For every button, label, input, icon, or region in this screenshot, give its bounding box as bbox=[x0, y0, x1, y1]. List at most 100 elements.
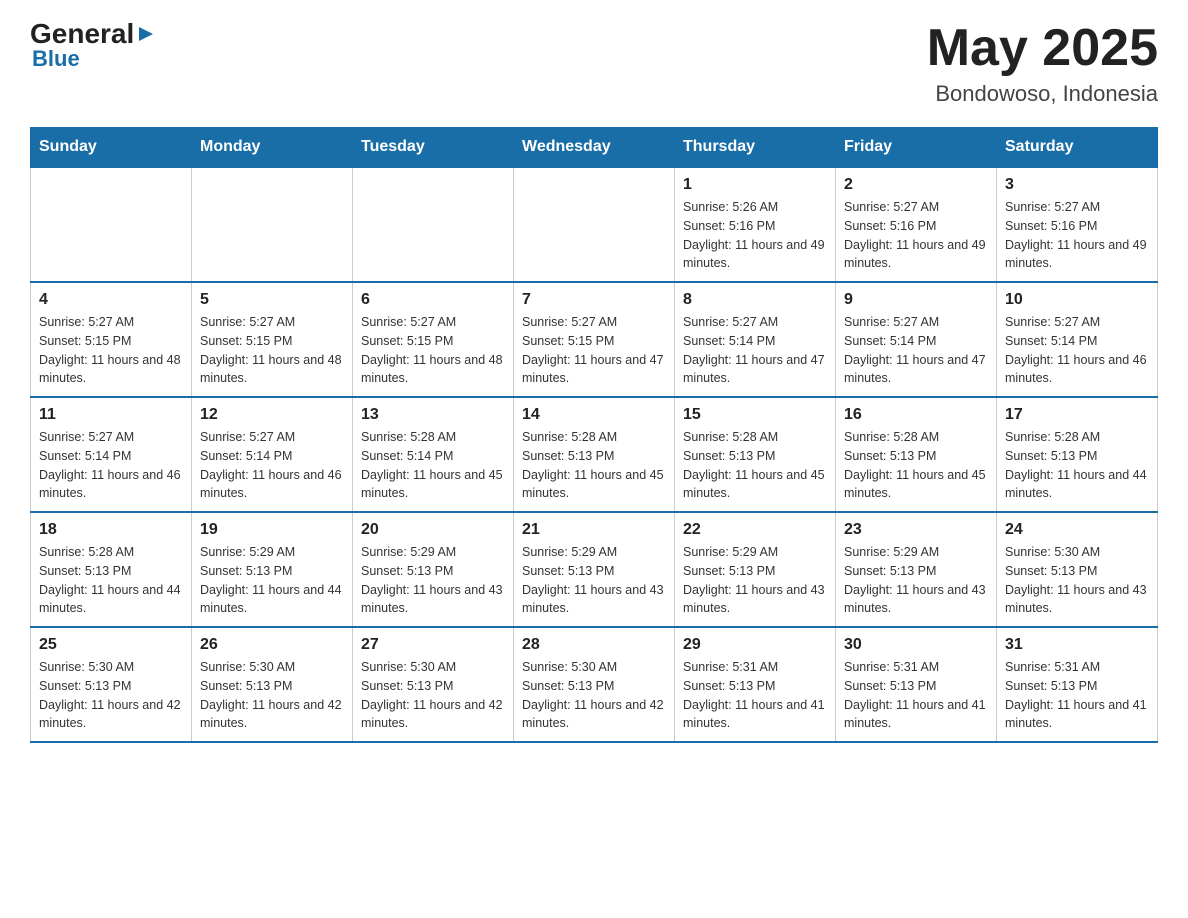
sun-info: Sunrise: 5:30 AMSunset: 5:13 PMDaylight:… bbox=[522, 658, 666, 733]
day-number: 16 bbox=[844, 406, 988, 424]
day-number: 28 bbox=[522, 636, 666, 654]
day-number: 20 bbox=[361, 521, 505, 539]
calendar-cell: 2 Sunrise: 5:27 AMSunset: 5:16 PMDaylight… bbox=[836, 167, 997, 282]
calendar-cell: 25 Sunrise: 5:30 AMSunset: 5:13 PMDayligh… bbox=[31, 627, 192, 742]
calendar-cell: 26 Sunrise: 5:30 AMSunset: 5:13 PMDayligh… bbox=[192, 627, 353, 742]
day-number: 6 bbox=[361, 291, 505, 309]
sun-info: Sunrise: 5:30 AMSunset: 5:13 PMDaylight:… bbox=[39, 658, 183, 733]
day-number: 29 bbox=[683, 636, 827, 654]
day-number: 7 bbox=[522, 291, 666, 309]
calendar-cell: 6 Sunrise: 5:27 AMSunset: 5:15 PMDaylight… bbox=[353, 282, 514, 397]
title-block: May 2025 Bondowoso, Indonesia bbox=[927, 20, 1158, 107]
weekday-header-tuesday: Tuesday bbox=[353, 128, 514, 168]
calendar-week-row: 25 Sunrise: 5:30 AMSunset: 5:13 PMDayligh… bbox=[31, 627, 1158, 742]
weekday-header-friday: Friday bbox=[836, 128, 997, 168]
day-number: 5 bbox=[200, 291, 344, 309]
location-subtitle: Bondowoso, Indonesia bbox=[927, 81, 1158, 107]
weekday-header-monday: Monday bbox=[192, 128, 353, 168]
calendar-cell: 12Sunrise: 5:27 AMSunset: 5:14 PMDayligh… bbox=[192, 397, 353, 512]
sun-info: Sunrise: 5:29 AMSunset: 5:13 PMDaylight:… bbox=[844, 543, 988, 618]
calendar-header-row: SundayMondayTuesdayWednesdayThursdayFrid… bbox=[31, 128, 1158, 168]
day-number: 17 bbox=[1005, 406, 1149, 424]
sun-info: Sunrise: 5:31 AMSunset: 5:13 PMDaylight:… bbox=[844, 658, 988, 733]
sun-info: Sunrise: 5:29 AMSunset: 5:13 PMDaylight:… bbox=[683, 543, 827, 618]
weekday-header-thursday: Thursday bbox=[675, 128, 836, 168]
calendar-cell: 17 Sunrise: 5:28 AMSunset: 5:13 PMDayligh… bbox=[997, 397, 1158, 512]
calendar-cell bbox=[192, 167, 353, 282]
sun-info: Sunrise: 5:28 AMSunset: 5:13 PMDaylight:… bbox=[683, 428, 827, 503]
calendar-cell: 13Sunrise: 5:28 AMSunset: 5:14 PMDayligh… bbox=[353, 397, 514, 512]
calendar-cell: 30 Sunrise: 5:31 AMSunset: 5:13 PMDayligh… bbox=[836, 627, 997, 742]
sun-info: Sunrise: 5:28 AMSunset: 5:13 PMDaylight:… bbox=[39, 543, 183, 618]
calendar-cell bbox=[31, 167, 192, 282]
day-number: 9 bbox=[844, 291, 988, 309]
logo-general-text: General bbox=[30, 20, 134, 48]
sun-info: Sunrise: 5:26 AMSunset: 5:16 PMDaylight:… bbox=[683, 198, 827, 273]
day-number: 25 bbox=[39, 636, 183, 654]
calendar-cell: 28 Sunrise: 5:30 AMSunset: 5:13 PMDayligh… bbox=[514, 627, 675, 742]
weekday-header-wednesday: Wednesday bbox=[514, 128, 675, 168]
calendar-cell: 7 Sunrise: 5:27 AMSunset: 5:15 PMDaylight… bbox=[514, 282, 675, 397]
day-number: 18 bbox=[39, 521, 183, 539]
logo: General Blue bbox=[30, 20, 155, 72]
sun-info: Sunrise: 5:27 AMSunset: 5:16 PMDaylight:… bbox=[1005, 198, 1149, 273]
day-number: 15 bbox=[683, 406, 827, 424]
sun-info: Sunrise: 5:31 AMSunset: 5:13 PMDaylight:… bbox=[683, 658, 827, 733]
sun-info: Sunrise: 5:28 AMSunset: 5:13 PMDaylight:… bbox=[1005, 428, 1149, 503]
sun-info: Sunrise: 5:27 AMSunset: 5:14 PMDaylight:… bbox=[683, 313, 827, 388]
calendar-cell: 31 Sunrise: 5:31 AMSunset: 5:13 PMDayligh… bbox=[997, 627, 1158, 742]
calendar-cell: 19 Sunrise: 5:29 AMSunset: 5:13 PMDayligh… bbox=[192, 512, 353, 627]
sun-info: Sunrise: 5:27 AMSunset: 5:14 PMDaylight:… bbox=[39, 428, 183, 503]
calendar-cell: 8Sunrise: 5:27 AMSunset: 5:14 PMDaylight… bbox=[675, 282, 836, 397]
day-number: 10 bbox=[1005, 291, 1149, 309]
sun-info: Sunrise: 5:27 AMSunset: 5:15 PMDaylight:… bbox=[361, 313, 505, 388]
day-number: 31 bbox=[1005, 636, 1149, 654]
weekday-header-sunday: Sunday bbox=[31, 128, 192, 168]
calendar-cell: 23 Sunrise: 5:29 AMSunset: 5:13 PMDayligh… bbox=[836, 512, 997, 627]
day-number: 24 bbox=[1005, 521, 1149, 539]
month-year-title: May 2025 bbox=[927, 20, 1158, 77]
day-number: 26 bbox=[200, 636, 344, 654]
calendar-table: SundayMondayTuesdayWednesdayThursdayFrid… bbox=[30, 127, 1158, 743]
calendar-week-row: 1Sunrise: 5:26 AMSunset: 5:16 PMDaylight… bbox=[31, 167, 1158, 282]
calendar-cell: 20 Sunrise: 5:29 AMSunset: 5:13 PMDayligh… bbox=[353, 512, 514, 627]
sun-info: Sunrise: 5:27 AMSunset: 5:14 PMDaylight:… bbox=[200, 428, 344, 503]
logo-blue-text: Blue bbox=[32, 46, 80, 72]
sun-info: Sunrise: 5:30 AMSunset: 5:13 PMDaylight:… bbox=[200, 658, 344, 733]
calendar-cell: 11 Sunrise: 5:27 AMSunset: 5:14 PMDayligh… bbox=[31, 397, 192, 512]
sun-info: Sunrise: 5:27 AMSunset: 5:15 PMDaylight:… bbox=[200, 313, 344, 388]
day-number: 11 bbox=[39, 406, 183, 424]
sun-info: Sunrise: 5:28 AMSunset: 5:13 PMDaylight:… bbox=[522, 428, 666, 503]
calendar-cell: 14Sunrise: 5:28 AMSunset: 5:13 PMDayligh… bbox=[514, 397, 675, 512]
sun-info: Sunrise: 5:27 AMSunset: 5:14 PMDaylight:… bbox=[1005, 313, 1149, 388]
calendar-cell: 10 Sunrise: 5:27 AMSunset: 5:14 PMDayligh… bbox=[997, 282, 1158, 397]
calendar-cell: 18 Sunrise: 5:28 AMSunset: 5:13 PMDayligh… bbox=[31, 512, 192, 627]
sun-info: Sunrise: 5:27 AMSunset: 5:15 PMDaylight:… bbox=[39, 313, 183, 388]
calendar-cell: 5 Sunrise: 5:27 AMSunset: 5:15 PMDaylight… bbox=[192, 282, 353, 397]
day-number: 3 bbox=[1005, 176, 1149, 194]
day-number: 2 bbox=[844, 176, 988, 194]
day-number: 23 bbox=[844, 521, 988, 539]
day-number: 13 bbox=[361, 406, 505, 424]
sun-info: Sunrise: 5:28 AMSunset: 5:13 PMDaylight:… bbox=[844, 428, 988, 503]
weekday-header-saturday: Saturday bbox=[997, 128, 1158, 168]
day-number: 21 bbox=[522, 521, 666, 539]
sun-info: Sunrise: 5:27 AMSunset: 5:15 PMDaylight:… bbox=[522, 313, 666, 388]
calendar-cell: 29 Sunrise: 5:31 AMSunset: 5:13 PMDayligh… bbox=[675, 627, 836, 742]
sun-info: Sunrise: 5:31 AMSunset: 5:13 PMDaylight:… bbox=[1005, 658, 1149, 733]
calendar-cell: 3 Sunrise: 5:27 AMSunset: 5:16 PMDaylight… bbox=[997, 167, 1158, 282]
day-number: 30 bbox=[844, 636, 988, 654]
calendar-cell bbox=[353, 167, 514, 282]
day-number: 19 bbox=[200, 521, 344, 539]
sun-info: Sunrise: 5:29 AMSunset: 5:13 PMDaylight:… bbox=[200, 543, 344, 618]
sun-info: Sunrise: 5:27 AMSunset: 5:16 PMDaylight:… bbox=[844, 198, 988, 273]
day-number: 22 bbox=[683, 521, 827, 539]
calendar-week-row: 4Sunrise: 5:27 AMSunset: 5:15 PMDaylight… bbox=[31, 282, 1158, 397]
calendar-week-row: 18 Sunrise: 5:28 AMSunset: 5:13 PMDayligh… bbox=[31, 512, 1158, 627]
calendar-cell bbox=[514, 167, 675, 282]
calendar-cell: 15 Sunrise: 5:28 AMSunset: 5:13 PMDayligh… bbox=[675, 397, 836, 512]
calendar-cell: 1Sunrise: 5:26 AMSunset: 5:16 PMDaylight… bbox=[675, 167, 836, 282]
page-header: General Blue May 2025 Bondowoso, Indones… bbox=[30, 20, 1158, 107]
sun-info: Sunrise: 5:29 AMSunset: 5:13 PMDaylight:… bbox=[361, 543, 505, 618]
day-number: 27 bbox=[361, 636, 505, 654]
